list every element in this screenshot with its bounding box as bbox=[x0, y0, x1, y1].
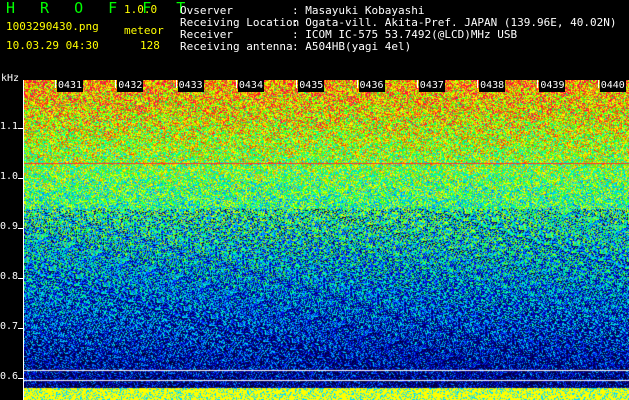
file-name: 1003290430.png bbox=[6, 20, 99, 33]
x-tick-mark bbox=[115, 80, 117, 88]
x-tick-mark bbox=[356, 80, 358, 88]
spectrogram-canvas bbox=[24, 80, 629, 400]
x-tick-label: 0433 bbox=[177, 80, 204, 92]
y-tick-label: 0.9 bbox=[0, 221, 19, 232]
meteor-count: 128 bbox=[140, 39, 160, 52]
x-tick-mark bbox=[597, 80, 599, 88]
x-tick-label: 0435 bbox=[298, 80, 325, 92]
x-tick-label: 0432 bbox=[117, 80, 144, 92]
header-panel: H R O F F T 1.0.0 1003290430.png meteor … bbox=[0, 0, 629, 78]
x-tick-label: 0438 bbox=[479, 80, 506, 92]
x-tick-label: 0437 bbox=[418, 80, 445, 92]
info-label: Receiving antenna bbox=[180, 40, 293, 53]
unit-label: kHz bbox=[1, 73, 20, 84]
x-tick-label: 0434 bbox=[237, 80, 264, 92]
x-tick-mark bbox=[175, 80, 177, 88]
version-label: 1.0.0 bbox=[124, 3, 158, 16]
mode-label: meteor bbox=[124, 24, 164, 37]
x-tick-mark bbox=[416, 80, 418, 88]
x-tick-mark bbox=[537, 80, 539, 88]
x-tick-label: 0440 bbox=[599, 80, 626, 92]
x-tick-label: 0436 bbox=[358, 80, 385, 92]
date-time: 10.03.29 04:30 bbox=[6, 39, 99, 52]
y-tick-mark bbox=[18, 378, 24, 379]
x-tick-mark bbox=[55, 80, 56, 88]
x-tick-mark bbox=[477, 80, 479, 88]
y-tick-mark bbox=[18, 228, 24, 229]
app-title: H R O F F T bbox=[6, 0, 194, 17]
y-tick-label: 0.6 bbox=[0, 371, 19, 382]
info-value: A504HB(yagi 4el) bbox=[305, 40, 412, 53]
y-tick-label: 1.1 bbox=[0, 121, 19, 132]
y-tick-mark bbox=[18, 328, 24, 329]
y-tick-label: 1.0 bbox=[0, 171, 19, 182]
spectrogram-plot bbox=[24, 80, 629, 400]
y-tick-label: 0.7 bbox=[0, 321, 19, 332]
x-tick-mark bbox=[235, 80, 237, 88]
y-tick-label: 0.8 bbox=[0, 271, 19, 282]
info-row-antenna: Receiving antenna bbox=[180, 40, 293, 54]
y-tick-mark bbox=[18, 278, 24, 279]
x-tick-label: 0431 bbox=[57, 80, 84, 92]
y-tick-mark bbox=[18, 178, 24, 179]
x-tick-label: 0439 bbox=[539, 80, 566, 92]
info-sep: : A504HB(yagi 4el) bbox=[292, 40, 412, 53]
x-tick-mark bbox=[296, 80, 298, 88]
y-tick-mark bbox=[18, 128, 24, 129]
